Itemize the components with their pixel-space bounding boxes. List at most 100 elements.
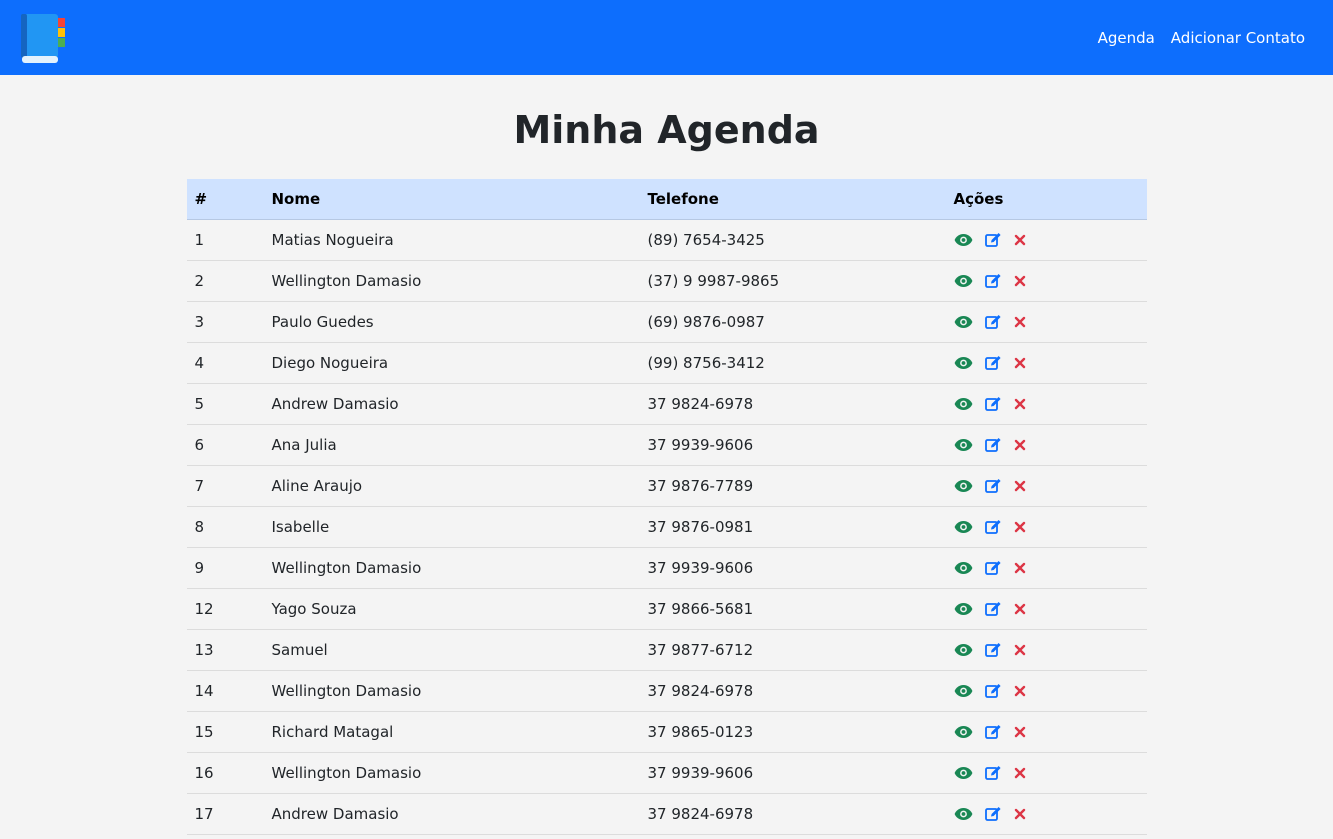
eye-icon[interactable]	[954, 479, 973, 493]
close-icon[interactable]	[1014, 398, 1026, 410]
eye-icon[interactable]	[954, 233, 973, 247]
contacts-table: # Nome Telefone Ações 1 Matias Nogueira (8…	[186, 179, 1147, 835]
row-actions	[945, 793, 1147, 835]
close-icon[interactable]	[1014, 521, 1026, 533]
close-icon[interactable]	[1014, 439, 1026, 451]
close-icon[interactable]	[1014, 562, 1026, 574]
row-number: 16	[186, 752, 264, 794]
row-phone: 37 9824-6978	[639, 793, 946, 835]
address-book-logo-icon[interactable]	[20, 12, 68, 64]
table-row: 4 Diego Nogueira (99) 8756-3412	[186, 342, 1147, 384]
close-icon[interactable]	[1014, 275, 1026, 287]
header-number: #	[186, 179, 264, 220]
eye-icon[interactable]	[954, 807, 973, 821]
close-icon[interactable]	[1014, 685, 1026, 697]
close-icon[interactable]	[1014, 603, 1026, 615]
close-icon[interactable]	[1014, 357, 1026, 369]
edit-icon[interactable]	[984, 273, 1002, 289]
header-name: Nome	[263, 179, 640, 220]
row-actions	[945, 301, 1147, 343]
edit-icon[interactable]	[984, 355, 1002, 371]
eye-icon[interactable]	[954, 766, 973, 780]
row-phone: 37 9824-6978	[639, 670, 946, 712]
eye-icon[interactable]	[954, 397, 973, 411]
row-phone: (37) 9 9987-9865	[639, 260, 946, 302]
navbar: Agenda Adicionar Contato	[0, 0, 1333, 75]
eye-icon[interactable]	[954, 315, 973, 329]
eye-icon[interactable]	[954, 602, 973, 616]
row-phone: 37 9865-0123	[639, 711, 946, 753]
row-phone: 37 9824-6978	[639, 383, 946, 425]
edit-icon[interactable]	[984, 560, 1002, 576]
row-number: 12	[186, 588, 264, 630]
eye-icon[interactable]	[954, 725, 973, 739]
action-buttons	[954, 232, 1139, 248]
table-row: 2 Wellington Damasio (37) 9 9987-9865	[186, 260, 1147, 302]
table-row: 12 Yago Souza 37 9866-5681	[186, 588, 1147, 630]
row-number: 9	[186, 547, 264, 589]
edit-icon[interactable]	[984, 724, 1002, 740]
edit-icon[interactable]	[984, 642, 1002, 658]
eye-icon[interactable]	[954, 520, 973, 534]
close-icon[interactable]	[1014, 767, 1026, 779]
nav-links: Agenda Adicionar Contato	[1098, 29, 1305, 47]
row-name: Wellington Damasio	[263, 670, 640, 712]
eye-icon[interactable]	[954, 684, 973, 698]
close-icon[interactable]	[1014, 234, 1026, 246]
row-phone: (89) 7654-3425	[639, 219, 946, 261]
edit-icon[interactable]	[984, 601, 1002, 617]
row-phone: 37 9876-0981	[639, 506, 946, 548]
contacts-table-wrapper: # Nome Telefone Ações 1 Matias Nogueira (8…	[186, 179, 1147, 835]
edit-icon[interactable]	[984, 437, 1002, 453]
edit-icon[interactable]	[984, 519, 1002, 535]
row-number: 5	[186, 383, 264, 425]
row-actions	[945, 629, 1147, 671]
edit-icon[interactable]	[984, 396, 1002, 412]
row-actions	[945, 383, 1147, 425]
row-actions	[945, 588, 1147, 630]
table-row: 3 Paulo Guedes (69) 9876-0987	[186, 301, 1147, 343]
nav-link-add-contact[interactable]: Adicionar Contato	[1171, 29, 1305, 47]
table-row: 15 Richard Matagal 37 9865-0123	[186, 711, 1147, 753]
action-buttons	[954, 806, 1139, 822]
row-number: 4	[186, 342, 264, 384]
close-icon[interactable]	[1014, 726, 1026, 738]
row-name: Paulo Guedes	[263, 301, 640, 343]
action-buttons	[954, 273, 1139, 289]
edit-icon[interactable]	[984, 478, 1002, 494]
edit-icon[interactable]	[984, 806, 1002, 822]
row-actions	[945, 424, 1147, 466]
row-number: 17	[186, 793, 264, 835]
edit-icon[interactable]	[984, 232, 1002, 248]
eye-icon[interactable]	[954, 356, 973, 370]
edit-icon[interactable]	[984, 314, 1002, 330]
row-phone: (69) 9876-0987	[639, 301, 946, 343]
eye-icon[interactable]	[954, 643, 973, 657]
close-icon[interactable]	[1014, 316, 1026, 328]
row-name: Matias Nogueira	[263, 219, 640, 261]
row-number: 14	[186, 670, 264, 712]
action-buttons	[954, 314, 1139, 330]
eye-icon[interactable]	[954, 561, 973, 575]
action-buttons	[954, 560, 1139, 576]
table-row: 17 Andrew Damasio 37 9824-6978	[186, 793, 1147, 835]
close-icon[interactable]	[1014, 808, 1026, 820]
row-phone: 37 9939-9606	[639, 547, 946, 589]
edit-icon[interactable]	[984, 683, 1002, 699]
row-name: Wellington Damasio	[263, 547, 640, 589]
row-phone: 37 9866-5681	[639, 588, 946, 630]
row-number: 3	[186, 301, 264, 343]
row-name: Wellington Damasio	[263, 260, 640, 302]
action-buttons	[954, 396, 1139, 412]
eye-icon[interactable]	[954, 438, 973, 452]
eye-icon[interactable]	[954, 274, 973, 288]
close-icon[interactable]	[1014, 644, 1026, 656]
nav-link-agenda[interactable]: Agenda	[1098, 29, 1155, 47]
row-number: 7	[186, 465, 264, 507]
row-actions	[945, 465, 1147, 507]
row-phone: (99) 8756-3412	[639, 342, 946, 384]
edit-icon[interactable]	[984, 765, 1002, 781]
close-icon[interactable]	[1014, 480, 1026, 492]
row-name: Richard Matagal	[263, 711, 640, 753]
row-number: 8	[186, 506, 264, 548]
